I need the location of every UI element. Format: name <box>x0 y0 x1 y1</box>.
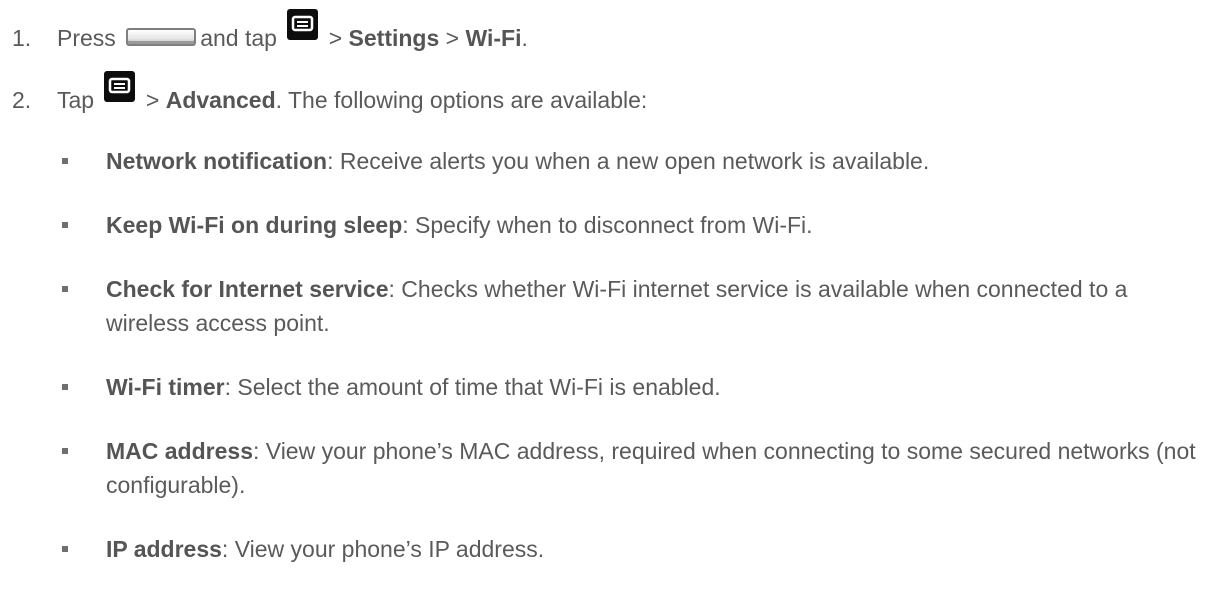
bullet-icon <box>62 546 68 552</box>
option-term: MAC address <box>106 438 253 464</box>
separator: > <box>145 87 160 113</box>
home-key-icon <box>126 27 197 46</box>
option-desc: : View your phone’s IP address. <box>221 536 545 562</box>
step-number: 1. <box>12 25 32 51</box>
step-text: . The following options are available: <box>275 87 648 113</box>
step-2: 2. Tap > Advanced. The following options … <box>12 71 648 115</box>
option-item: Wi-Fi timer: Select the amount of time t… <box>62 370 1196 404</box>
option-term: IP address <box>106 536 222 562</box>
option-desc: : Select the amount of time that Wi-Fi i… <box>224 374 721 400</box>
bullet-icon <box>62 222 68 228</box>
option-desc: : Specify when to disconnect from Wi-Fi. <box>402 212 813 238</box>
option-desc: : Receive alerts you when a new open net… <box>327 148 930 174</box>
menu-path-wifi: Wi-Fi <box>465 25 522 51</box>
step-end: . <box>521 25 528 51</box>
menu-key-icon <box>104 71 136 102</box>
option-item: Keep Wi-Fi on during sleep: Specify when… <box>62 208 1196 242</box>
option-term: Network notification <box>106 148 328 174</box>
step-number: 2. <box>12 87 32 113</box>
option-item: Network notification: Receive alerts you… <box>62 144 1196 178</box>
step-text: and tap <box>200 25 277 51</box>
option-item: Check for Internet service: Checks wheth… <box>62 272 1196 340</box>
step-text: Tap <box>57 87 95 113</box>
bullet-icon <box>62 158 68 164</box>
option-item: MAC address: View your phone’s MAC addre… <box>62 434 1196 502</box>
bullet-icon <box>62 384 68 390</box>
menu-path-settings: Settings <box>348 25 440 51</box>
bullet-icon <box>62 448 68 454</box>
menu-path-advanced: Advanced <box>165 87 276 113</box>
bullet-icon <box>62 286 68 292</box>
option-term: Check for Internet service <box>106 276 389 302</box>
option-item: IP address: View your phone’s IP address… <box>62 532 1196 566</box>
step-text: Press <box>57 25 116 51</box>
menu-key-icon <box>287 9 319 40</box>
option-term: Keep Wi-Fi on during sleep <box>106 212 403 238</box>
option-term: Wi-Fi timer <box>106 374 225 400</box>
step-1: 1. Press and tap > Settings > Wi-Fi. <box>12 9 528 53</box>
option-desc: : View your phone’s MAC address, require… <box>106 438 1196 498</box>
separator: > <box>328 25 343 51</box>
separator: > <box>445 25 460 51</box>
